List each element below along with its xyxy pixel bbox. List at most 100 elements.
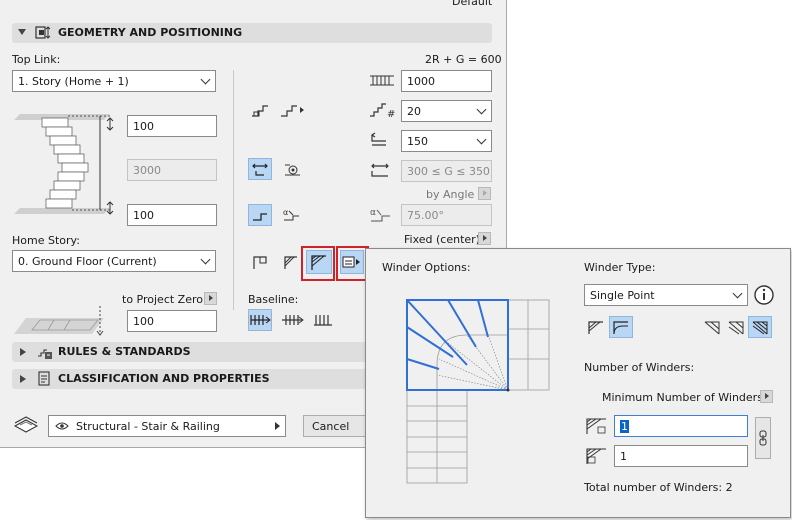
- winder-corner-type-b[interactable]: [609, 316, 633, 338]
- winder-pattern-c-icon: [752, 321, 768, 335]
- going-width-button[interactable]: [248, 158, 272, 180]
- riser-count-value: 20: [407, 105, 421, 118]
- by-angle-menu-arrow: [478, 187, 491, 200]
- by-angle-label: by Angle: [426, 188, 475, 201]
- geometry-section-title: GEOMETRY AND POSITIONING: [58, 26, 243, 39]
- winder-type-label: Winder Type:: [584, 261, 656, 274]
- document-icon: [38, 371, 50, 386]
- angle-value-input: 75.00°: [401, 204, 492, 226]
- winder-pattern-b[interactable]: [724, 316, 748, 338]
- baseline-right-button[interactable]: [311, 309, 335, 331]
- chevron-down-icon: [200, 74, 211, 85]
- svg-text:#: #: [387, 109, 395, 119]
- winder-options-popup: Winder Options: Winder Type: Single Poin…: [365, 248, 791, 518]
- home-story-value: 0. Ground Floor (Current): [18, 255, 157, 268]
- expand-triangle-icon: [20, 348, 26, 356]
- winder-pattern-a[interactable]: [700, 316, 724, 338]
- home-story-select[interactable]: 0. Ground Floor (Current): [12, 250, 216, 272]
- chevron-down-icon: [732, 288, 743, 299]
- flight-width-input[interactable]: 1000: [401, 70, 492, 92]
- baseline-left-icon: [250, 315, 271, 325]
- quarter-landing-icon: [284, 256, 297, 269]
- stair-riser-icon: [281, 105, 304, 117]
- winder-pattern-a-icon: [704, 321, 720, 335]
- eye-icon: [55, 422, 69, 430]
- link-counts-toggle[interactable]: [755, 417, 771, 459]
- winder-corner-icon: [588, 321, 603, 334]
- top-offset-input[interactable]: 100: [127, 115, 217, 137]
- tread-depth-icon: [370, 132, 386, 146]
- stair-height-input: 3000: [127, 159, 217, 181]
- flight-type-button[interactable]: [248, 99, 272, 121]
- winder-count-second-input[interactable]: 1: [614, 445, 748, 467]
- expand-triangle-icon: [20, 375, 26, 383]
- svg-text:α: α: [283, 208, 288, 217]
- project-zero-menu-arrow[interactable]: [204, 292, 217, 305]
- stair-gear-icon: [285, 164, 300, 176]
- winder-plan-diagram: [406, 299, 550, 484]
- stair-angle-icon: [253, 213, 267, 221]
- angle-by-value-button[interactable]: α: [280, 204, 304, 226]
- riser-count-select[interactable]: 20: [401, 100, 492, 122]
- winder-first-icon: [586, 418, 606, 434]
- top-link-label: Top Link:: [12, 53, 61, 66]
- going-range-input: 300 ≤ G ≤ 350: [401, 160, 492, 182]
- fixed-center-menu-arrow[interactable]: [478, 232, 491, 245]
- default-label: Default: [452, 0, 493, 8]
- winder-curved-icon: [613, 321, 628, 335]
- turning-landing-button[interactable]: [279, 251, 303, 273]
- winder-type-select[interactable]: Single Point: [584, 284, 748, 306]
- winder-type-value: Single Point: [590, 289, 655, 302]
- width-lock-icon: [252, 163, 268, 176]
- geometry-icon: [35, 26, 51, 39]
- winder-pattern-c[interactable]: [748, 316, 772, 338]
- riser-type-button[interactable]: [278, 99, 306, 121]
- chain-link-icon: [759, 430, 767, 446]
- column-divider: [233, 70, 234, 310]
- winder-second-icon: [586, 448, 606, 464]
- collapse-triangle-icon: [18, 29, 26, 35]
- rules-section-title: RULES & STANDARDS: [58, 345, 191, 358]
- stair-flight-icon: [252, 105, 268, 117]
- angle-fixed-button[interactable]: [248, 204, 272, 226]
- tread-depth-select[interactable]: 150: [401, 130, 492, 152]
- chevron-down-icon: [476, 104, 487, 115]
- favorites-select[interactable]: Structural - Stair & Railing: [48, 415, 286, 437]
- tread-depth-value: 150: [407, 135, 428, 148]
- info-icon[interactable]: [753, 284, 775, 306]
- fixed-center-label: Fixed (center): [404, 233, 480, 246]
- winder-count-first-value: 1: [620, 420, 629, 433]
- baseline-label: Baseline:: [248, 293, 299, 306]
- minimum-winders-label: Minimum Number of Winders: [602, 391, 763, 404]
- chevron-down-icon: [200, 254, 211, 265]
- flight-width-icon: [370, 75, 394, 86]
- favorites-value: Structural - Stair & Railing: [76, 420, 220, 433]
- going-settings-button[interactable]: [280, 158, 304, 180]
- winder-corner-type-a[interactable]: [584, 316, 608, 338]
- home-story-label: Home Story:: [12, 234, 80, 247]
- baseline-center-button[interactable]: [280, 309, 304, 331]
- baseline-center-icon: [282, 315, 304, 325]
- turning-none-button[interactable]: [248, 251, 272, 273]
- geometry-section-header[interactable]: GEOMETRY AND POSITIONING: [12, 23, 492, 43]
- riser-count-icon: #: [370, 103, 395, 119]
- winder-count-first-input[interactable]: 1: [614, 415, 748, 437]
- winder-pattern-b-icon: [728, 321, 744, 335]
- to-project-zero-label: to Project Zero: [122, 293, 203, 306]
- going-range-icon: [371, 163, 389, 177]
- project-zero-diagram: [14, 306, 104, 336]
- top-link-select[interactable]: 1. Story (Home + 1): [12, 70, 216, 92]
- rules-icon: [38, 349, 52, 359]
- project-zero-input[interactable]: 100: [127, 310, 217, 332]
- stair-elevation-diagram: [14, 114, 114, 215]
- baseline-left-button[interactable]: [248, 309, 272, 331]
- svg-text:α: α: [370, 208, 376, 218]
- winder-options-label: Winder Options:: [382, 261, 471, 274]
- top-link-value: 1. Story (Home + 1): [18, 75, 129, 88]
- number-of-winders-label: Number of Winders:: [584, 361, 695, 374]
- bottom-offset-input[interactable]: 100: [127, 204, 217, 226]
- minimum-winders-menu-arrow[interactable]: [760, 390, 773, 403]
- classification-section-title: CLASSIFICATION AND PROPERTIES: [58, 372, 270, 385]
- winder-button-callout: [301, 246, 335, 281]
- alpha-angle-icon: α: [283, 208, 299, 221]
